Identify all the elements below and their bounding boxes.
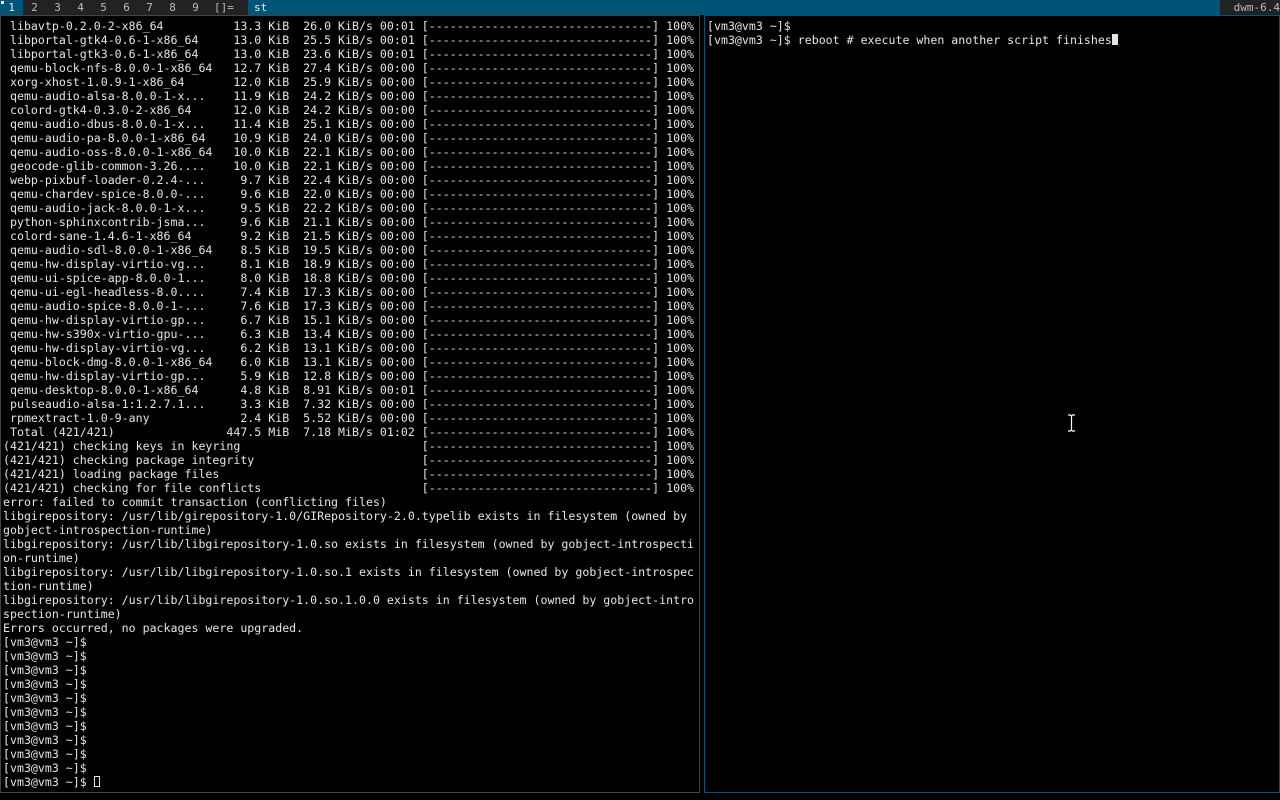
tag-label: 4 (77, 1, 84, 14)
tag-label: 7 (146, 1, 153, 14)
terminal-line: [vm3@vm3 ~]$ (3, 663, 87, 677)
terminal-line: qemu-audio-jack-8.0.0-1-x... 9.5 KiB 22.… (3, 201, 695, 215)
terminal-line: qemu-audio-oss-8.0.0-1-x86_64 10.0 KiB 2… (3, 145, 695, 159)
terminal-line: [vm3@vm3 ~]$ (3, 649, 87, 663)
left-terminal-window[interactable]: libavtp-0.2.0-2-x86_64 13.3 KiB 26.0 KiB… (0, 15, 700, 793)
right-terminal-output[interactable]: [vm3@vm3 ~]$ [vm3@vm3 ~]$ reboot # execut… (707, 19, 1118, 47)
terminal-cursor (93, 776, 100, 787)
terminal-line: webp-pixbuf-loader-0.2.4-... 9.7 KiB 22.… (3, 173, 695, 187)
terminal-line: Errors occurred, no packages were upgrad… (3, 621, 304, 635)
tag-1[interactable]: 1 (0, 0, 23, 15)
terminal-line: libportal-gtk3-0.6-1-x86_64 13.0 KiB 23.… (3, 47, 695, 61)
terminal-line: libgirepository: /usr/lib/libgirepositor… (3, 593, 695, 607)
terminal-line: geocode-glib-common-3.26.... 10.0 KiB 22… (3, 159, 695, 173)
tag-label: 6 (123, 1, 130, 14)
terminal-line: qemu-audio-pa-8.0.0-1-x86_64 10.9 KiB 24… (3, 131, 695, 145)
terminal-line: tion-runtime) (3, 579, 94, 593)
terminal-line: [vm3@vm3 ~]$ (3, 747, 87, 761)
terminal-line: qemu-audio-spice-8.0.0-1-... 7.6 KiB 17.… (3, 299, 695, 313)
terminal-line: colord-gtk4-0.3.0-2-x86_64 12.0 KiB 24.2… (3, 103, 695, 117)
terminal-line: qemu-desktop-8.0.0-1-x86_64 4.8 KiB 8.91… (3, 383, 695, 397)
terminal-line: qemu-hw-display-virtio-vg... 6.2 KiB 13.… (3, 341, 695, 355)
terminal-line: qemu-block-dmg-8.0.0-1-x86_64 6.0 KiB 13… (3, 355, 695, 369)
terminal-line: qemu-audio-dbus-8.0.0-1-x... 11.4 KiB 25… (3, 117, 695, 131)
tag-label: 5 (100, 1, 107, 14)
terminal-line: qemu-hw-display-virtio-gp... 5.9 KiB 12.… (3, 369, 695, 383)
tag-occupied-indicator (1, 1, 4, 4)
terminal-line: error: failed to commit transaction (con… (3, 495, 387, 509)
terminal-line: qemu-ui-egl-headless-8.0.... 7.4 KiB 17.… (3, 285, 695, 299)
layout-symbol[interactable]: []= (214, 0, 234, 15)
terminal-line: qemu-hw-display-virtio-vg... 8.1 KiB 18.… (3, 257, 695, 271)
terminal-line: colord-sane-1.4.6-1-x86_64 9.2 KiB 21.5 … (3, 229, 695, 243)
right-terminal-window[interactable]: [vm3@vm3 ~]$ [vm3@vm3 ~]$ reboot # execut… (704, 15, 1280, 793)
terminal-line: spection-runtime) (3, 607, 122, 621)
terminal-line: qemu-chardev-spice-8.0.0-... 9.6 KiB 22.… (3, 187, 695, 201)
terminal-line: on-runtime) (3, 551, 80, 565)
tag-9[interactable]: 9 (184, 0, 207, 15)
tag-3[interactable]: 3 (46, 0, 69, 15)
terminal-line: qemu-block-nfs-8.0.0-1-x86_64 12.7 KiB 2… (3, 61, 695, 75)
focused-window-title[interactable]: st (248, 0, 1220, 15)
terminal-line: libgirepository: /usr/lib/libgirepositor… (3, 537, 695, 551)
tag-4[interactable]: 4 (69, 0, 92, 15)
status-text[interactable]: dwm-6.4 (1231, 0, 1280, 15)
tag-8[interactable]: 8 (161, 0, 184, 15)
terminal-line: (421/421) checking keys in keyring [----… (3, 439, 695, 453)
terminal-line: (421/421) checking for file conflicts [-… (3, 481, 695, 495)
tag-2[interactable]: 2 (23, 0, 46, 15)
terminal-line: qemu-ui-spice-app-8.0.0-1... 8.0 KiB 18.… (3, 271, 695, 285)
terminal-line: Total (421/421) 447.5 MiB 7.18 MiB/s 01:… (3, 425, 695, 439)
tag-6[interactable]: 6 (115, 0, 138, 15)
terminal-line: libavtp-0.2.0-2-x86_64 13.3 KiB 26.0 KiB… (3, 19, 695, 33)
terminal-line: [vm3@vm3 ~]$ (3, 733, 87, 747)
tag-5[interactable]: 5 (92, 0, 115, 15)
terminal-line: [vm3@vm3 ~]$ (3, 761, 87, 775)
terminal-line: libgirepository: /usr/lib/girepository-1… (3, 509, 688, 523)
terminal-line: qemu-hw-display-virtio-gp... 6.7 KiB 15.… (3, 313, 695, 327)
terminal-line: rpmextract-1.0-9-any 2.4 KiB 5.52 KiB/s … (3, 411, 695, 425)
terminal-line: pulseaudio-alsa-1:1.2.7.1... 3.3 KiB 7.3… (3, 397, 695, 411)
terminal-line: [vm3@vm3 ~]$ (3, 691, 87, 705)
tag-label: 3 (54, 1, 61, 14)
tag-label: 8 (169, 1, 176, 14)
left-terminal-output[interactable]: libavtp-0.2.0-2-x86_64 13.3 KiB 26.0 KiB… (3, 19, 694, 789)
window-title-text: st (254, 1, 268, 14)
terminal-line: [vm3@vm3 ~]$ (3, 719, 87, 733)
text-cursor-ibeam-icon (1068, 414, 1075, 432)
terminal-line: xorg-xhost-1.0.9-1-x86_64 12.0 KiB 25.9 … (3, 75, 695, 89)
terminal-line: (421/421) loading package files [-------… (3, 467, 695, 481)
tag-label: 2 (31, 1, 38, 14)
terminal-line: python-sphinxcontrib-jsma... 9.6 KiB 21.… (3, 215, 695, 229)
terminal-line: libgirepository: /usr/lib/libgirepositor… (3, 565, 695, 579)
tag-7[interactable]: 7 (138, 0, 161, 15)
terminal-cursor (1111, 34, 1118, 45)
terminal-input-text[interactable]: reboot # execute when another script fin… (798, 33, 1112, 47)
terminal-line: [vm3@vm3 ~]$ (3, 677, 87, 691)
terminal-line: [vm3@vm3 ~]$ (3, 705, 87, 719)
tag-label: 1 (8, 1, 15, 14)
terminal-line: qemu-hw-s390x-virtio-gpu-... 6.3 KiB 13.… (3, 327, 695, 341)
terminal-line: libportal-gtk4-0.6-1-x86_64 13.0 KiB 25.… (3, 33, 695, 47)
terminal-prompt-line: [vm3@vm3 ~]$ (3, 775, 694, 789)
terminal-line: qemu-audio-alsa-8.0.0-1-x... 11.9 KiB 24… (3, 89, 695, 103)
terminal-line: [vm3@vm3 ~]$ (707, 19, 791, 33)
terminal-line: [vm3@vm3 ~]$ (3, 635, 87, 649)
terminal-prompt-line: [vm3@vm3 ~]$ reboot # execute when anoth… (707, 33, 1118, 47)
terminal-line: (421/421) checking package integrity [--… (3, 453, 695, 467)
terminal-line: gobject-introspection-runtime) (3, 523, 213, 537)
tag-label: 9 (192, 1, 199, 14)
dwm-status-bar: 1 2 3 4 5 6 7 8 9 []= st dwm-6.4 (0, 0, 1280, 15)
terminal-line: qemu-audio-sdl-8.0.0-1-x86_64 8.5 KiB 19… (3, 243, 695, 257)
